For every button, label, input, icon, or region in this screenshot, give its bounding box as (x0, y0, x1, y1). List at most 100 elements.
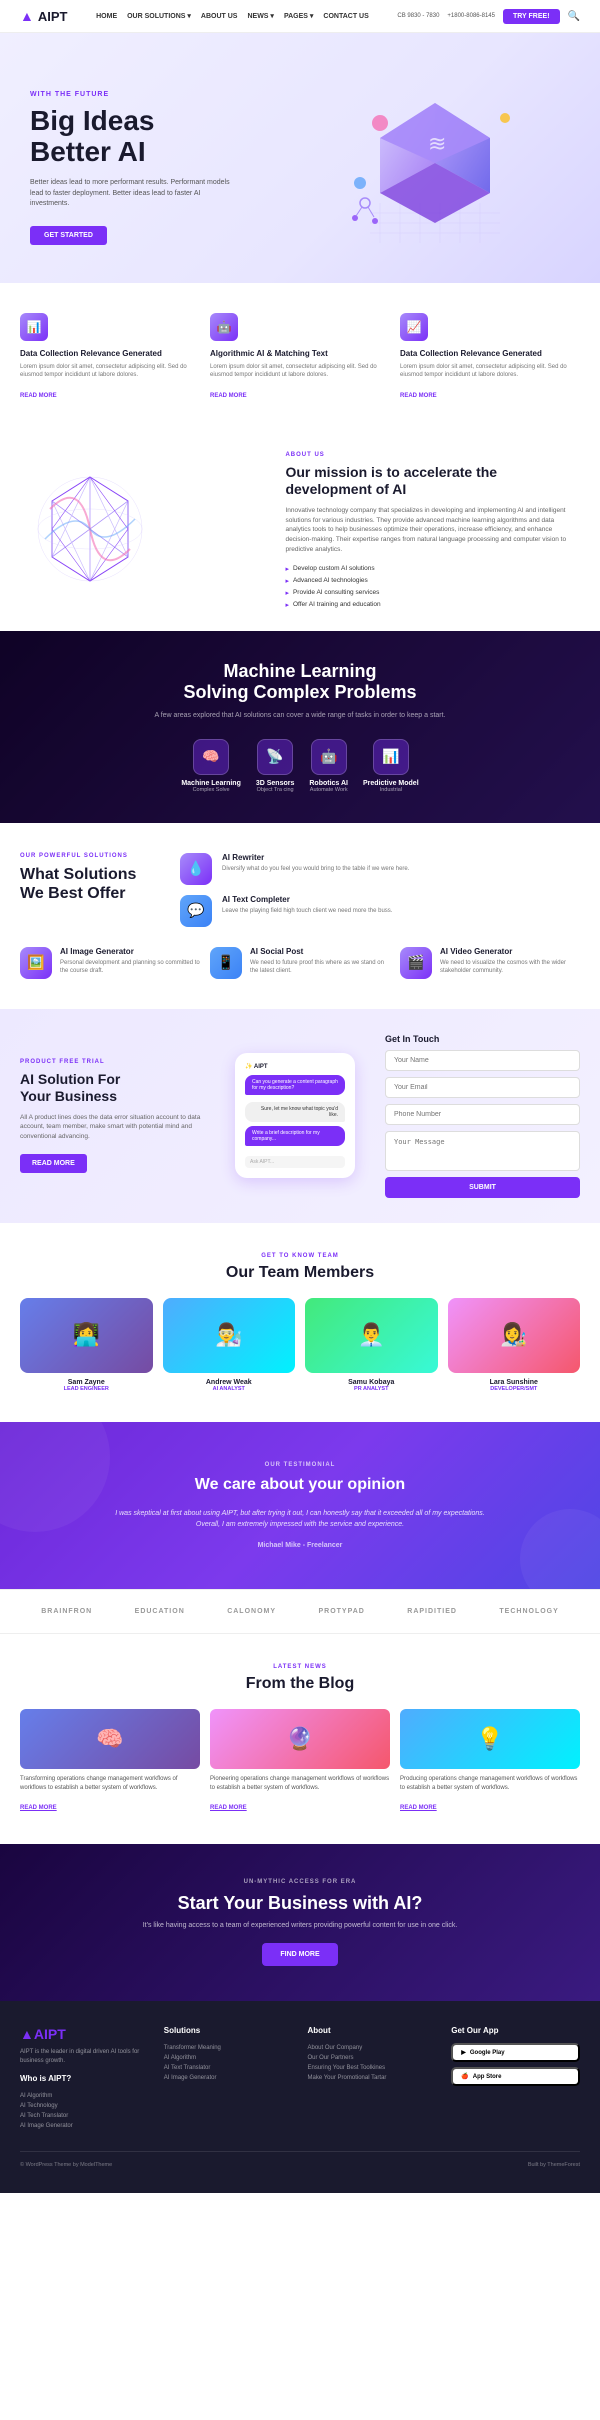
feature-item-1: 🤖 Algorithmic AI & Matching Text Lorem i… (210, 313, 390, 402)
search-icon[interactable]: 🔍 (568, 11, 580, 22)
feature-read-more-1[interactable]: READ MORE (210, 393, 247, 399)
partner-2: CALONOMY (227, 1608, 276, 1615)
cta-bottom-button[interactable]: FIND MORE (262, 1943, 337, 1966)
sol-card-text-1: AI Text Completer Leave the playing fiel… (222, 895, 392, 915)
footer-who-3: AI Image Generator (20, 2121, 149, 2131)
solutions-tag: OUR POWERFUL SOLUTIONS (20, 853, 160, 859)
nav-solutions[interactable]: OUR SOLUTIONS ▾ (127, 12, 191, 20)
team-grid: 👩‍💻 Sam Zayne LEAD ENGINEER 👨‍🔬 Andrew W… (20, 1298, 580, 1392)
blog-img-0: 🧠 (20, 1709, 200, 1769)
ml-feature-1: 📡 3D Sensors Object Tra cing (256, 739, 295, 793)
footer-solutions-title: Solutions (164, 2026, 293, 2035)
cta-read-more-button[interactable]: READ MORE (20, 1154, 87, 1173)
footer-who-2: AI Tech Translator (20, 2111, 149, 2121)
ml-features-row: 🧠 Machine Learning Complex Solve 📡 3D Se… (20, 739, 580, 793)
google-play-icon: ▶ (461, 2049, 466, 2056)
footer-who-title: Who is AIPT? (20, 2074, 149, 2083)
blog-desc-2: Producing operations change management w… (400, 1775, 580, 1792)
hero-cta-button[interactable]: GET STARTED (30, 226, 107, 245)
logo-icon: ▲ (20, 8, 34, 24)
about-description: Innovative technology company that speci… (285, 506, 580, 555)
partner-5: TECHNOLOGY (499, 1608, 558, 1615)
footer-app-title: Get Our App (451, 2026, 580, 2035)
cta-left: PRODUCT FREE TRIAL AI Solution For Your … (20, 1059, 215, 1173)
solutions-header: OUR POWERFUL SOLUTIONS What Solutions We… (20, 853, 580, 927)
blog-card-0: 🧠 Transforming operations change managem… (20, 1709, 200, 1814)
solutions-top-cards: 💧 AI Rewriter Diversify what do you feel… (180, 853, 580, 927)
sol-card-0: 💧 AI Rewriter Diversify what do you feel… (180, 853, 580, 885)
nav-home[interactable]: HOME (96, 13, 117, 20)
logo: ▲ AIPT (20, 8, 67, 24)
google-play-button[interactable]: ▶ Google Play (451, 2043, 580, 2062)
team-photo-2: 👨‍💼 (305, 1298, 438, 1373)
blog-read-more-1[interactable]: READ MORE (210, 1805, 247, 1811)
blog-tag: LATEST NEWS (20, 1664, 580, 1670)
about-list-item-1: Advanced AI technologies (285, 575, 580, 587)
blog-desc-0: Transforming operations change managemen… (20, 1775, 200, 1792)
sol-icon-4: 🎬 (400, 947, 432, 979)
team-role-3: DEVELOPER/SMT (448, 1386, 581, 1392)
try-free-button[interactable]: TRY FREE! (503, 9, 560, 24)
nav-pages[interactable]: PAGES ▾ (284, 12, 313, 20)
form-message-textarea[interactable] (385, 1131, 580, 1171)
footer-sol-1: AI Algorithm (164, 2053, 293, 2063)
blog-read-more-0[interactable]: READ MORE (20, 1805, 57, 1811)
team-tag: GET TO KNOW TEAM (20, 1253, 580, 1259)
testimonial-tag: OUR TESTIMONIAL (30, 1462, 570, 1468)
feature-read-more-0[interactable]: READ MORE (20, 393, 57, 399)
partner-4: RAPIDITIED (407, 1608, 457, 1615)
cta-form-title: Get In Touch (385, 1034, 580, 1044)
cta-phone-visual: ✨ AIPT Can you generate a content paragr… (235, 1053, 355, 1178)
cta-bottom-tag: UN-MYTHIC ACCESS FOR ERA (30, 1879, 570, 1885)
form-name-input[interactable] (385, 1050, 580, 1071)
feature-desc-1: Lorem ipsum dolor sit amet, consectetur … (210, 363, 390, 380)
footer-sol-2: AI Text Translator (164, 2063, 293, 2073)
about-title: Our mission is to accelerate the develop… (285, 464, 580, 498)
team-role-1: AI ANALYST (163, 1386, 296, 1392)
form-email-input[interactable] (385, 1077, 580, 1098)
footer-about-2: Ensuring Your Best Toolkines (308, 2063, 437, 2073)
feature-read-more-2[interactable]: READ MORE (400, 393, 437, 399)
blog-card-1: 🔮 Pioneering operations change managemen… (210, 1709, 390, 1814)
sol-icon-3: 📱 (210, 947, 242, 979)
about-list-item-3: Offer AI training and education (285, 599, 580, 611)
form-submit-button[interactable]: SUBMIT (385, 1177, 580, 1198)
ml-feature-0: 🧠 Machine Learning Complex Solve (181, 739, 241, 793)
nav-news[interactable]: NEWS ▾ (247, 12, 273, 20)
app-store-button[interactable]: 🍎 App Store (451, 2067, 580, 2086)
blog-read-more-2[interactable]: READ MORE (400, 1805, 437, 1811)
partner-1: EDUCATION (135, 1608, 185, 1615)
footer-who-0: AI Algorithm (20, 2091, 149, 2101)
chat-header: ✨ AIPT (245, 1063, 345, 1070)
feature-icon-0: 📊 (20, 313, 48, 341)
ml-feature-2: 🤖 Robotics AI Automate Work (309, 739, 348, 793)
team-photo-0: 👩‍💻 (20, 1298, 153, 1373)
team-name-3: Lara Sunshine (448, 1379, 581, 1386)
app-store-label: App Store (473, 2074, 502, 2080)
sol-icon-0: 💧 (180, 853, 212, 885)
about-text: ABOUT US Our mission is to accelerate th… (285, 452, 580, 610)
footer-who-list: AI Algorithm AI Technology AI Tech Trans… (20, 2091, 149, 2131)
team-name-1: Andrew Weak (163, 1379, 296, 1386)
partner-3: PROTYPAD (318, 1608, 364, 1615)
footer-about-3: Make Your Promotional Tartar (308, 2073, 437, 2083)
cta-contact-section: PRODUCT FREE TRIAL AI Solution For Your … (0, 1009, 600, 1223)
footer-about-1: Our Our Partners (308, 2053, 437, 2063)
sol-icon-1: 💬 (180, 895, 212, 927)
ml-banner-section: Machine Learning Solving Complex Problem… (0, 631, 600, 823)
form-phone-input[interactable] (385, 1104, 580, 1125)
blog-title: From the Blog (20, 1675, 580, 1693)
cta-form: SUBMIT (385, 1050, 580, 1198)
feature-item-2: 📈 Data Collection Relevance Generated Lo… (400, 313, 580, 402)
team-section: GET TO KNOW TEAM Our Team Members 👩‍💻 Sa… (0, 1223, 600, 1422)
feature-desc-0: Lorem ipsum dolor sit amet, consectetur … (20, 363, 200, 380)
main-nav: HOME OUR SOLUTIONS ▾ ABOUT US NEWS ▾ PAG… (96, 12, 369, 20)
sol-card-1: 💬 AI Text Completer Leave the playing fi… (180, 895, 580, 927)
hero-text: WITH THE FUTURE Big Ideas Better AI Bett… (30, 91, 300, 244)
nav-contact[interactable]: CONTACT US (323, 13, 368, 20)
blog-grid: 🧠 Transforming operations change managem… (20, 1709, 580, 1814)
logo-text: AIPT (38, 9, 68, 24)
about-section: ABOUT US Our mission is to accelerate th… (0, 432, 600, 630)
nav-about[interactable]: ABOUT US (201, 13, 238, 20)
chat-bubble-2: Sure, let me know what topic you'd like. (245, 1102, 345, 1122)
